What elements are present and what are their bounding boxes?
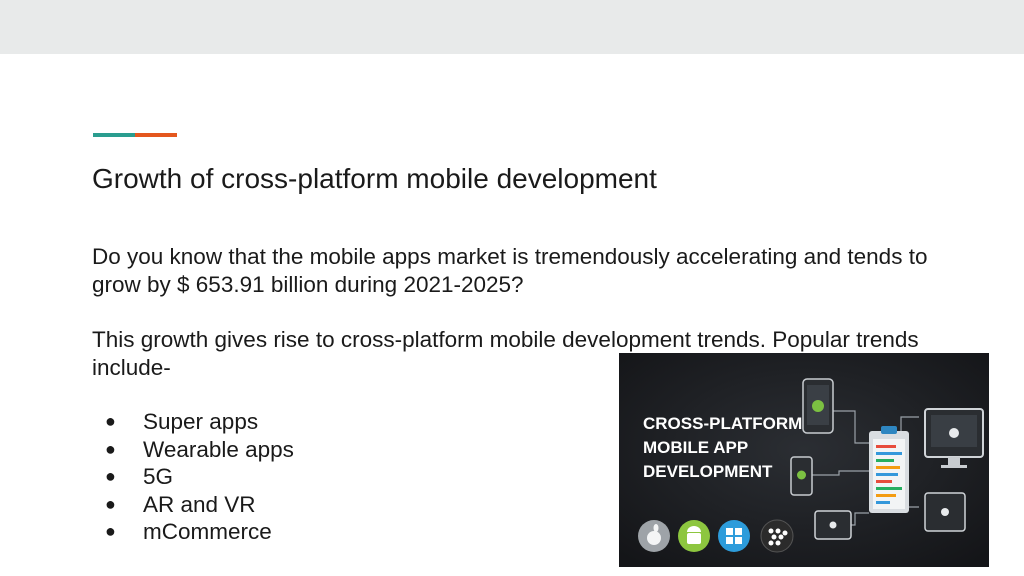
list-item-label: mCommerce	[143, 519, 272, 544]
cross-platform-illustration: CROSS-PLATFORM MOBILE APP DEVELOPMENT	[619, 353, 989, 567]
phone-android-icon	[802, 378, 834, 434]
accent-line-teal	[93, 133, 135, 137]
bullet-icon: ●	[105, 466, 116, 486]
promo-heading-line-2: MOBILE APP	[643, 438, 748, 457]
bullet-icon: ●	[105, 493, 116, 514]
list-item: ● Super apps	[105, 408, 294, 436]
promo-heading-line-1: CROSS-PLATFORM	[643, 414, 802, 433]
list-item-label: Wearable apps	[143, 436, 294, 462]
slide-title: Growth of cross-platform mobile developm…	[92, 163, 657, 194]
top-band	[0, 0, 1024, 54]
intro-paragraph: Do you know that the mobile apps market …	[92, 244, 928, 297]
blackberry-icon	[760, 519, 794, 553]
list-item: ● Wearable apps	[105, 436, 294, 464]
android-icon	[678, 520, 710, 552]
list-item-label: AR and VR	[143, 491, 256, 517]
phone-small-android-icon	[790, 456, 813, 496]
code-board-icon	[869, 426, 909, 513]
bullet-icon: ●	[105, 521, 116, 541]
accent-line-orange	[135, 133, 177, 137]
tablet-apple-icon	[924, 492, 966, 532]
tablet-small-icon	[814, 510, 852, 540]
bullet-icon: ●	[105, 411, 116, 431]
list-item-label: 5G	[143, 464, 174, 489]
trend-list: ● Super apps ● Wearable apps ● 5G ● AR and V…	[105, 408, 294, 546]
list-item: ● 5G	[105, 463, 294, 491]
bullet-icon: ●	[105, 438, 116, 459]
windows-icon	[718, 520, 750, 552]
list-item: ● AR and VR	[105, 491, 294, 519]
list-item: ● mCommerce	[105, 518, 294, 546]
list-item-label: Super apps	[143, 409, 259, 434]
promo-heading-line-3: DEVELOPMENT	[643, 462, 773, 481]
apple-icon	[638, 520, 670, 552]
